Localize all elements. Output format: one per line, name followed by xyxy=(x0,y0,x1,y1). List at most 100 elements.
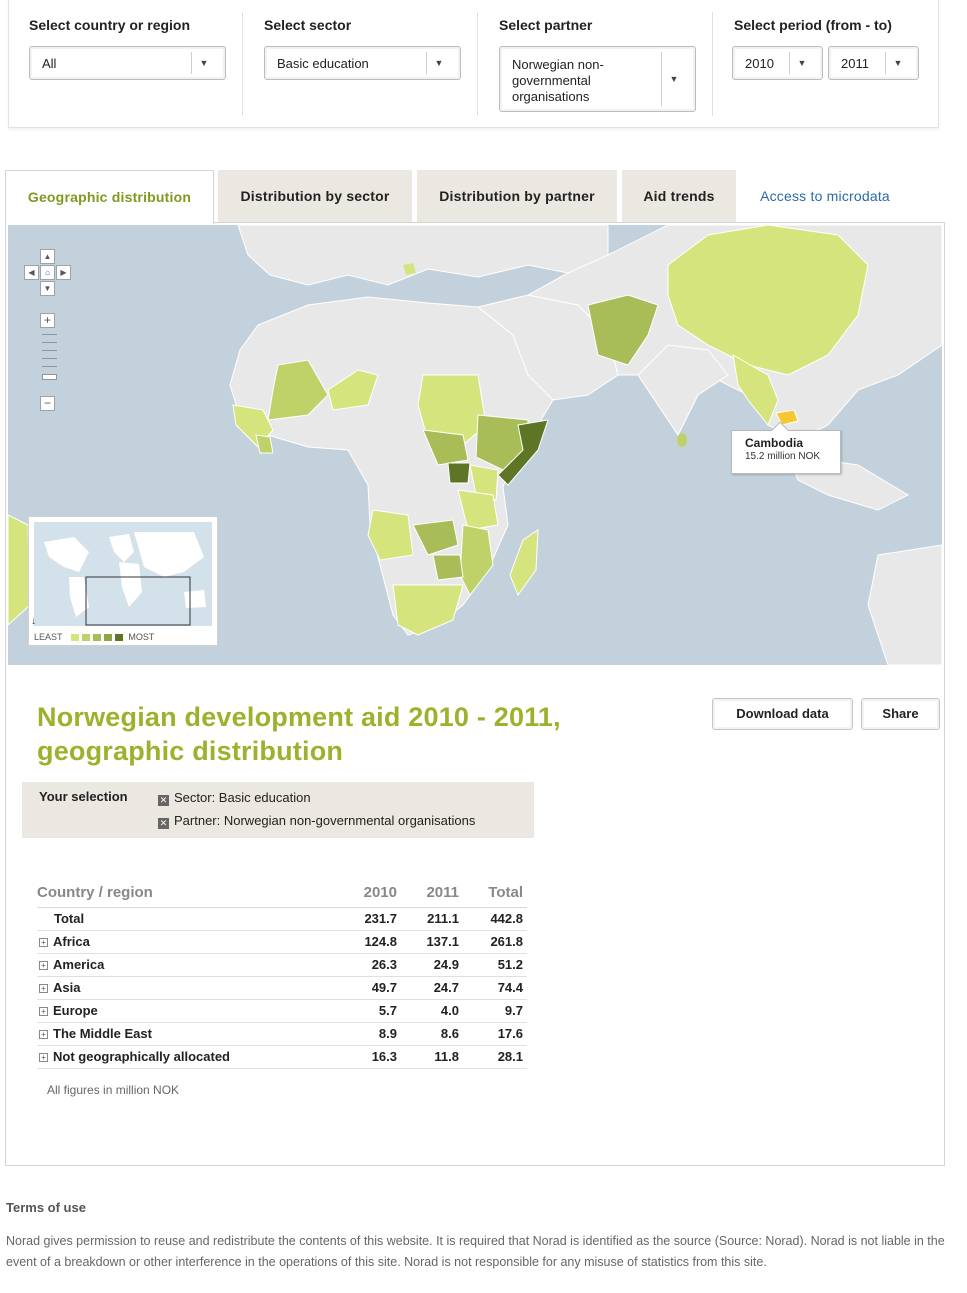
tooltip-country: Cambodia xyxy=(745,436,804,450)
partner-value-line: organisations xyxy=(512,89,590,104)
home-icon[interactable]: ⌂ xyxy=(40,265,55,280)
column-header: Country / region xyxy=(37,876,339,908)
mozambique xyxy=(459,524,494,596)
filter-bar: Select country or region All ▼ Select se… xyxy=(8,0,939,128)
expand-icon[interactable]: + xyxy=(39,937,48,947)
pan-down-icon[interactable]: ▼ xyxy=(40,281,55,296)
expand-icon[interactable]: + xyxy=(39,1006,48,1016)
table-row[interactable]: + Europe 5.7 4.0 9.7 xyxy=(37,999,527,1023)
uganda xyxy=(447,462,471,484)
selection-label: Your selection xyxy=(39,789,128,804)
row-name: The Middle East xyxy=(53,1026,152,1041)
divider xyxy=(477,12,478,116)
legend-swatches xyxy=(70,632,129,642)
value-cell-v2011: 11.8 xyxy=(401,1045,463,1069)
value-cell-v2011: 137.1 xyxy=(401,930,463,954)
tab-bar: Geographic distribution Distribution by … xyxy=(5,170,945,224)
chevron-down-icon: ▼ xyxy=(893,58,903,68)
chevron-down-icon: ▼ xyxy=(797,58,807,68)
content-panel: ▲ ◀ ⌂ ▶ ▼ + − Cambodia 15.2 million NOK xyxy=(5,222,945,1166)
period-from-select[interactable]: 2010 ▼ xyxy=(732,46,823,80)
collapse-arrow-icon[interactable]: ↓ xyxy=(31,616,36,627)
zoom-slider-handle[interactable] xyxy=(42,374,57,380)
pan-right-icon[interactable]: ▶ xyxy=(56,265,71,280)
value-cell-total: 28.1 xyxy=(463,1045,527,1069)
selection-item-partner: ✕ Partner: Norwegian non-governmental org… xyxy=(158,813,475,829)
pan-left-icon[interactable]: ◀ xyxy=(24,265,39,280)
row-name: Africa xyxy=(53,934,90,949)
chevron-down-icon: ▼ xyxy=(669,74,679,84)
zoom-out-icon[interactable]: − xyxy=(40,396,55,411)
zoom-tick[interactable] xyxy=(42,366,57,367)
zoom-in-icon[interactable]: + xyxy=(40,313,55,328)
madagascar xyxy=(509,529,539,597)
column-header: Total xyxy=(463,876,527,908)
value-cell-v2010: 5.7 xyxy=(339,999,401,1023)
select-divider xyxy=(661,52,662,106)
legend-swatch xyxy=(70,634,79,641)
partner-value-line: Norwegian non- xyxy=(512,57,604,72)
table-row[interactable]: + America 26.3 24.9 51.2 xyxy=(37,953,527,977)
row-name-cell: Total xyxy=(37,907,339,931)
terms-text: Norad gives permission to reuse and redi… xyxy=(6,1234,945,1269)
map-legend: LEAST MOST xyxy=(34,632,154,642)
minimap-world xyxy=(44,532,206,626)
legend-swatch xyxy=(114,634,123,641)
select-divider xyxy=(789,52,790,74)
sector-select[interactable]: Basic education ▼ xyxy=(264,46,461,80)
table-row[interactable]: + Asia 49.7 24.7 74.4 xyxy=(37,976,527,1000)
share-button[interactable]: Share xyxy=(861,698,940,730)
divider xyxy=(242,12,243,116)
zoom-tick[interactable] xyxy=(42,350,57,351)
table-header-row: Country / region 2010 2011 Total xyxy=(37,876,527,908)
table-row[interactable]: + The Middle East 8.9 8.6 17.6 xyxy=(37,1022,527,1046)
value-cell-v2011: 24.9 xyxy=(401,953,463,977)
period-from-value: 2010 xyxy=(745,56,774,71)
expand-icon[interactable]: + xyxy=(39,1052,48,1062)
row-name: Europe xyxy=(53,1003,98,1018)
expand-icon[interactable]: + xyxy=(39,960,48,970)
country-select-value: All xyxy=(42,56,57,71)
tab-distribution-by-sector[interactable]: Distribution by sector xyxy=(218,170,412,223)
south-america-land xyxy=(8,514,31,626)
value-cell-v2011: 24.7 xyxy=(401,976,463,1000)
row-name: Not geographically allocated xyxy=(53,1049,230,1064)
tab-distribution-by-partner[interactable]: Distribution by partner xyxy=(417,170,617,223)
access-to-microdata-link[interactable]: Access to microdata xyxy=(740,170,910,223)
tab-aid-trends[interactable]: Aid trends xyxy=(622,170,736,223)
table-row[interactable]: + Africa 124.8 137.1 261.8 xyxy=(37,930,527,954)
title-line: Norwegian development aid 2010 - 2011, xyxy=(37,702,561,732)
expand-icon[interactable]: + xyxy=(39,1029,48,1039)
column-header: 2010 xyxy=(339,876,401,908)
sector-select-value: Basic education xyxy=(277,56,369,71)
zoom-tick[interactable] xyxy=(42,334,57,335)
value-cell-v2010: 26.3 xyxy=(339,953,401,977)
value-cell-total: 17.6 xyxy=(463,1022,527,1046)
zoom-tick[interactable] xyxy=(42,358,57,359)
value-cell-total: 261.8 xyxy=(463,930,527,954)
page-title: Norwegian development aid 2010 - 2011, g… xyxy=(37,700,657,768)
select-divider xyxy=(191,52,192,74)
value-cell-v2010: 8.9 xyxy=(339,1022,401,1046)
download-data-button[interactable]: Download data xyxy=(712,698,853,730)
remove-filter-icon[interactable]: ✕ xyxy=(158,795,169,806)
chevron-down-icon: ▼ xyxy=(199,58,209,68)
selection-item-text: Partner: Norwegian non-governmental orga… xyxy=(174,813,476,828)
aid-map[interactable]: ▲ ◀ ⌂ ▶ ▼ + − Cambodia 15.2 million NOK xyxy=(8,225,942,665)
period-to-value: 2011 xyxy=(841,56,869,71)
row-name-cell: + Europe xyxy=(37,999,339,1023)
minimap-canvas xyxy=(34,522,212,626)
pan-up-icon[interactable]: ▲ xyxy=(40,249,55,264)
remove-filter-icon[interactable]: ✕ xyxy=(158,818,169,829)
tab-geographic-distribution[interactable]: Geographic distribution xyxy=(5,170,214,224)
partner-select[interactable]: Norwegian non- governmental organisation… xyxy=(499,46,696,112)
zoom-tick[interactable] xyxy=(42,342,57,343)
table-row[interactable]: + Not geographically allocated 16.3 11.8 28.… xyxy=(37,1045,527,1069)
value-cell-v2010: 231.7 xyxy=(339,907,401,931)
europe-land xyxy=(237,225,609,286)
sierra-leone xyxy=(255,434,274,454)
country-select[interactable]: All ▼ xyxy=(29,46,226,80)
overview-minimap[interactable]: ↓ LEAST MOST xyxy=(28,516,218,646)
expand-icon[interactable]: + xyxy=(39,983,48,993)
period-to-select[interactable]: 2011 ▼ xyxy=(828,46,919,80)
